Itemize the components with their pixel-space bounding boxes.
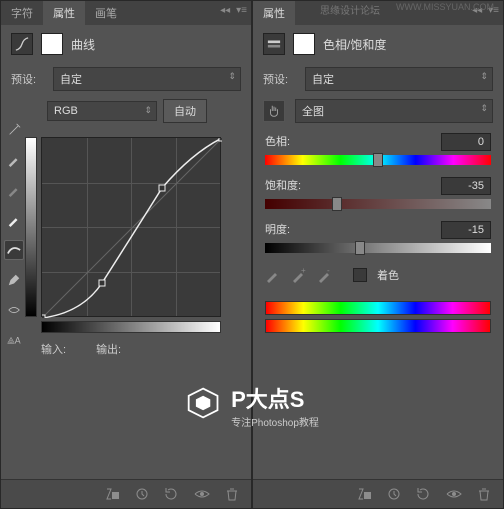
vertical-gradient [25,137,37,317]
reset-icon[interactable] [163,486,181,502]
pencil-tool[interactable] [4,270,24,290]
watermark-top: 思缘设计论坛 [320,2,380,17]
preset-label: 预设: [11,71,47,87]
curves-tools-sidebar: ⟁A [4,120,24,350]
hue-label: 色相: [265,133,290,151]
tab-properties[interactable]: 属性 [43,1,85,25]
clip-icon[interactable] [355,486,373,502]
tab-brush[interactable]: 画笔 [85,1,127,25]
light-value[interactable]: -15 [441,221,491,239]
eyedropper-black[interactable] [4,150,24,170]
range-select[interactable]: 全图 [295,99,493,123]
tabs-bar: 字符 属性 画笔 ◂◂ ▾≡ [1,1,251,25]
hue-slider[interactable] [265,155,491,165]
output-label: 输出: [96,341,121,357]
colorize-label: 着色 [377,267,399,283]
eyedropper-white[interactable] [4,210,24,230]
svg-text:⟁A: ⟁A [7,336,21,346]
sat-value[interactable]: -35 [441,177,491,195]
eyedropper-row: + - 着色 [253,259,503,291]
hue-sat-icon [263,33,285,55]
channel-select[interactable]: RGB [47,101,157,121]
sat-label: 饱和度: [265,177,301,195]
light-slider[interactable] [265,243,491,253]
watermark-sub: 专注Photoshop教程 [231,414,319,429]
trash-icon[interactable] [223,486,241,502]
watermark-logo-icon [185,385,221,426]
mask-thumbnail[interactable] [293,33,315,55]
histogram-tool[interactable]: ⟁A [4,330,24,350]
smooth-tool[interactable] [4,300,24,320]
hue-slider-row: 色相: 0 [253,127,503,171]
clip-icon[interactable] [103,486,121,502]
svg-text:+: + [301,267,306,275]
input-label: 输入: [41,341,66,357]
spectrum-bottom [265,319,491,333]
curves-icon [11,33,33,55]
tab-character[interactable]: 字符 [1,1,43,25]
light-slider-row: 明度: -15 [253,215,503,259]
watermark: P大点S 专注Photoshop教程 [185,382,319,429]
target-adjust-tool[interactable] [4,120,24,140]
trash-icon[interactable] [475,486,493,502]
sat-slider-row: 饱和度: -35 [253,171,503,215]
auto-button[interactable]: 自动 [163,99,207,123]
watermark-brand: P大点S [231,382,319,414]
eyedropper-plus-icon[interactable]: + [291,267,307,283]
curve-grid[interactable] [41,137,221,317]
curves-panel: 字符 属性 画笔 ◂◂ ▾≡ 曲线 预设: 自定 RGB 自动 [0,0,252,509]
panel-footer [1,479,251,508]
view-previous-icon[interactable] [385,486,403,502]
panel-footer [253,479,503,508]
mask-thumbnail[interactable] [41,33,63,55]
adjustment-title: 曲线 [71,36,95,53]
adjustment-title: 色相/饱和度 [323,36,386,53]
tab-properties-right[interactable]: 属性 [253,1,295,25]
sat-slider[interactable] [265,199,491,209]
reset-icon[interactable] [415,486,433,502]
hue-value[interactable]: 0 [441,133,491,151]
menu-icon[interactable]: ▾≡ [236,5,247,16]
eyedropper-gray[interactable] [4,180,24,200]
target-adjust-icon[interactable] [263,100,285,122]
light-label: 明度: [265,221,290,239]
preset-select[interactable]: 自定 [53,67,241,91]
preset-label: 预设: [263,71,299,87]
eyedropper-icon[interactable] [265,267,281,283]
visibility-icon[interactable] [193,486,211,502]
svg-text:-: - [327,267,330,275]
view-previous-icon[interactable] [133,486,151,502]
visibility-icon[interactable] [445,486,463,502]
eyedropper-minus-icon[interactable]: - [317,267,333,283]
watermark-url: WWW.MISSYUAN.COM [396,2,494,12]
curve-editor[interactable] [41,137,241,333]
hue-sat-panel: 属性 ◂◂ ▾≡ 色相/饱和度 预设: 自定 全图 色相: [252,0,504,509]
curve-point-tool[interactable] [4,240,24,260]
collapse-icon[interactable]: ◂◂ [220,5,230,16]
spectrum-top [265,301,491,315]
colorize-checkbox[interactable] [353,268,367,282]
horizontal-gradient [41,321,221,333]
preset-select[interactable]: 自定 [305,67,493,91]
